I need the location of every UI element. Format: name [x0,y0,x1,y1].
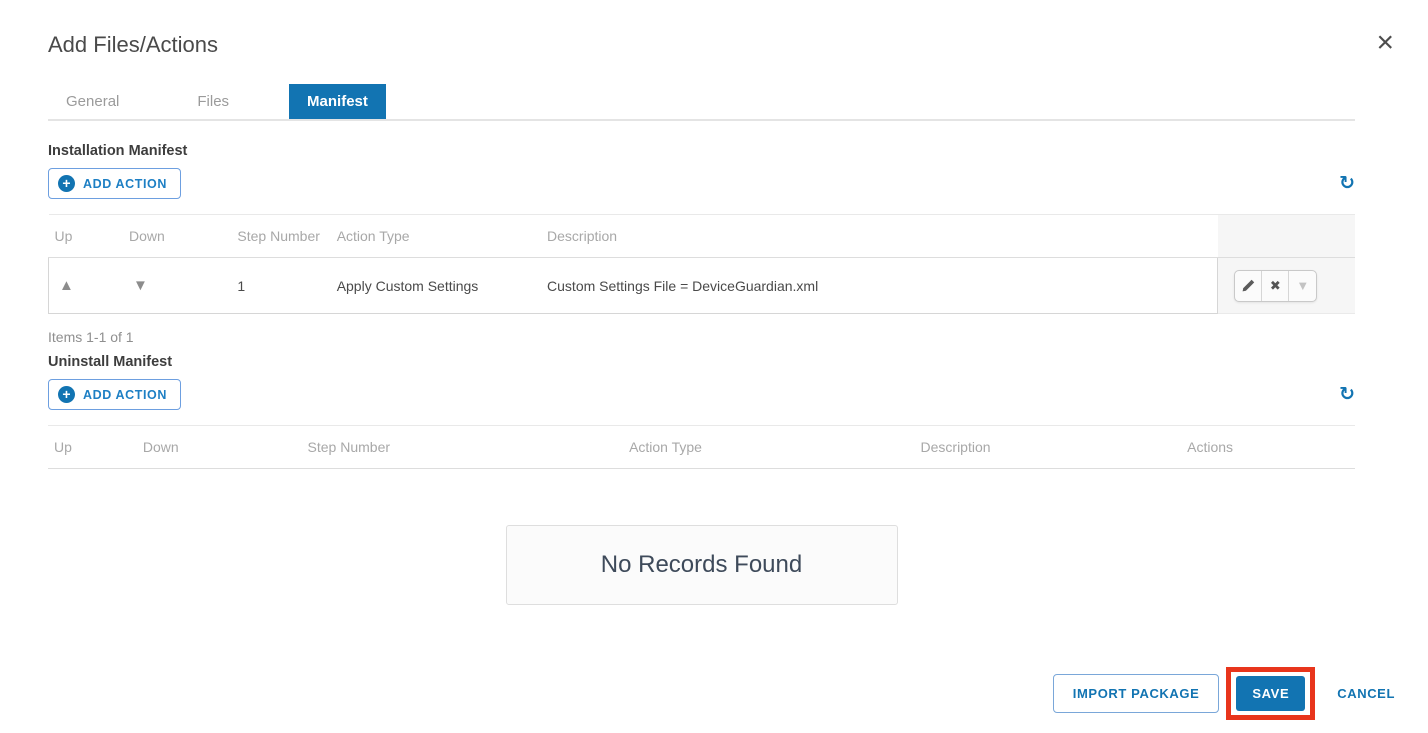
tab-general[interactable]: General [48,84,137,119]
description-cell: Custom Settings File = DeviceGuardian.xm… [541,258,1218,314]
cancel-button[interactable]: CANCEL [1337,686,1395,701]
column-header-action-type: Action Type [623,426,914,469]
uninstall-manifest-heading: Uninstall Manifest [48,354,1355,370]
save-button[interactable]: SAVE [1236,676,1305,711]
row-actions-cell: ✖ ▼ [1218,258,1355,314]
add-files-actions-dialog: Add Files/Actions × General Files Manife… [0,0,1428,733]
manifest-tab-content: Installation Manifest + ADD ACTION ↻ Up … [48,143,1355,605]
uninstall-manifest-table: Up Down Step Number Action Type Descript… [48,425,1355,469]
no-records-message: No Records Found [506,525,898,605]
refresh-icon[interactable]: ↻ [1339,174,1355,193]
close-icon[interactable]: × [1376,32,1394,54]
tab-bar: General Files Manifest [48,84,1355,121]
uninstall-add-action-button[interactable]: + ADD ACTION [48,379,181,410]
dialog-title: Add Files/Actions [48,32,218,58]
column-header-description: Description [541,215,1218,258]
column-header-down: Down [137,426,302,469]
tab-files[interactable]: Files [179,84,247,119]
delete-x-icon: ✖ [1270,278,1281,294]
column-header-action-type: Action Type [331,215,541,258]
pencil-icon [1241,279,1255,293]
more-actions-button[interactable]: ▼ [1289,271,1316,301]
column-header-up: Up [48,426,137,469]
plus-icon: + [58,175,75,192]
column-header-description: Description [915,426,1182,469]
add-action-label: ADD ACTION [83,177,167,191]
move-up-icon[interactable]: ▲ [55,277,74,294]
table-header-row: Up Down Step Number Action Type Descript… [48,426,1355,469]
action-type-cell: Apply Custom Settings [331,258,541,314]
dialog-footer: IMPORT PACKAGE SAVE CANCEL [1053,667,1395,720]
tab-manifest[interactable]: Manifest [289,84,386,119]
column-header-actions: Actions [1181,426,1355,469]
move-down-cell: ▼ [123,258,231,314]
move-up-cell: ▲ [49,258,123,314]
uninstall-toolbar: + ADD ACTION ↻ [48,379,1355,410]
refresh-icon[interactable]: ↻ [1339,385,1355,404]
edit-button[interactable] [1235,271,1262,301]
pagination-status: Items 1-1 of 1 [48,329,1355,345]
row-actions-button-group: ✖ ▼ [1234,270,1317,302]
add-action-label: ADD ACTION [83,388,167,402]
column-header-step-number: Step Number [302,426,624,469]
save-highlight-annotation: SAVE [1226,667,1315,720]
column-header-up: Up [49,215,123,258]
move-down-icon[interactable]: ▼ [129,277,148,294]
table-row: ▲ ▼ 1 Apply Custom Settings Custom Setti… [49,258,1356,314]
column-header-actions-blank [1218,215,1355,258]
table-header-row: Up Down Step Number Action Type Descript… [49,215,1356,258]
import-package-button[interactable]: IMPORT PACKAGE [1053,674,1220,713]
delete-button[interactable]: ✖ [1262,271,1289,301]
plus-icon: + [58,386,75,403]
installation-toolbar: + ADD ACTION ↻ [48,168,1355,199]
column-header-down: Down [123,215,231,258]
step-number-cell: 1 [231,258,330,314]
dialog-header: Add Files/Actions × [0,32,1428,58]
installation-manifest-table: Up Down Step Number Action Type Descript… [48,214,1355,314]
installation-add-action-button[interactable]: + ADD ACTION [48,168,181,199]
installation-manifest-heading: Installation Manifest [48,143,1355,159]
column-header-step-number: Step Number [231,215,330,258]
chevron-down-icon: ▼ [1296,278,1309,293]
